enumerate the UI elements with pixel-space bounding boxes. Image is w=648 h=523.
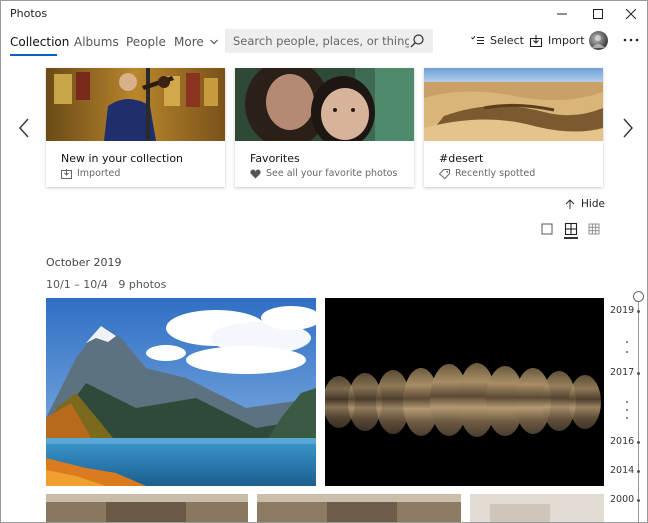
card-subtitle-row: Recently spotted (439, 168, 535, 179)
minimize-icon (557, 13, 567, 15)
timeline-year[interactable]: 2014 (610, 465, 634, 476)
view-small-icon[interactable] (586, 221, 602, 237)
card-subtitle: Recently spotted (455, 168, 536, 179)
view-selected-indicator (564, 237, 578, 239)
search-input[interactable] (233, 29, 409, 53)
hide-carousel-button[interactable]: Hide (565, 198, 605, 210)
photo-jupiter-sequence[interactable] (325, 298, 604, 486)
more-options-icon[interactable] (621, 32, 641, 48)
minimize-button[interactable] (545, 1, 579, 27)
arrow-up-icon (565, 199, 575, 209)
timeline-marker (637, 441, 640, 444)
date-range: 10/1 – 10/4 (46, 278, 108, 291)
timeline-marker (637, 372, 640, 375)
view-medium-icon[interactable] (563, 221, 579, 237)
month-heading: October 2019 (46, 256, 122, 269)
photo-light-3[interactable] (470, 494, 604, 522)
maximize-button[interactable] (581, 1, 615, 27)
timeline-marker (637, 310, 640, 313)
import-label: Import (548, 34, 585, 47)
card-title: #desert (439, 152, 484, 165)
view-large-icon[interactable] (539, 221, 555, 237)
select-label: Select (490, 34, 524, 47)
photo-interior-2[interactable] (257, 494, 461, 522)
photos-window: Photos Collection Albums People More Sel… (0, 0, 648, 523)
card-desert[interactable]: #desert Recently spotted (424, 68, 603, 187)
timeline-tick (626, 417, 628, 419)
select-button[interactable]: Select (471, 34, 524, 47)
card-image-violinist (46, 68, 225, 141)
photo-count: 9 photos (118, 278, 167, 291)
timeline-year[interactable]: 2019 (610, 305, 634, 316)
timeline-marker (637, 470, 640, 473)
tab-more-label: More (174, 35, 204, 49)
card-subtitle-row: Imported (61, 168, 120, 179)
tab-people[interactable]: People (126, 35, 166, 49)
timeline-tick (626, 341, 628, 343)
timeline-handle[interactable] (633, 291, 644, 302)
timeline-year[interactable]: 2017 (610, 367, 634, 378)
maximize-icon (593, 9, 603, 19)
card-image-mother-child (235, 68, 414, 141)
timeline-year[interactable]: 2000 (610, 494, 634, 505)
select-checklist-icon (471, 35, 484, 44)
carousel-next-icon[interactable] (619, 117, 635, 139)
photo-mountain-lake[interactable] (46, 298, 316, 486)
card-image-desert (424, 68, 603, 141)
close-icon (626, 9, 636, 19)
search-icon[interactable] (409, 33, 425, 49)
imported-icon (61, 168, 72, 179)
timeline-tick (626, 351, 628, 353)
card-new-in-collection[interactable]: New in your collection Imported (46, 68, 225, 187)
close-button[interactable] (614, 1, 647, 27)
import-icon (530, 34, 542, 47)
app-title: Photos (10, 7, 48, 20)
avatar-image (592, 35, 605, 48)
card-subtitle: See all your favorite photos (266, 168, 398, 179)
avatar[interactable] (589, 31, 608, 50)
chevron-down-icon (209, 39, 218, 45)
timeline-track[interactable] (638, 299, 639, 522)
tab-more[interactable]: More (174, 35, 218, 49)
heart-icon (250, 169, 261, 178)
card-title: New in your collection (61, 152, 184, 165)
card-title: Favorites (250, 152, 300, 165)
card-favorites[interactable]: Favorites See all your favorite photos (235, 68, 414, 187)
date-range-row: 10/1 – 10/4 9 photos (46, 278, 166, 291)
tab-collection[interactable]: Collection (10, 35, 69, 49)
timeline-year[interactable]: 2016 (610, 436, 634, 447)
title-bar: Photos (1, 1, 647, 27)
tab-albums[interactable]: Albums (74, 35, 119, 49)
card-subtitle-row: See all your favorite photos (250, 168, 397, 179)
tag-icon (439, 168, 450, 179)
search-box[interactable] (225, 29, 433, 53)
carousel-prev-icon[interactable] (17, 117, 33, 139)
import-button[interactable]: Import (530, 34, 585, 47)
photo-interior-1[interactable] (46, 494, 248, 522)
timeline-marker (637, 499, 640, 502)
timeline-tick (626, 409, 628, 411)
active-tab-indicator (10, 54, 57, 56)
card-subtitle: Imported (77, 168, 121, 179)
timeline-tick (626, 401, 628, 403)
hide-label: Hide (581, 198, 605, 210)
